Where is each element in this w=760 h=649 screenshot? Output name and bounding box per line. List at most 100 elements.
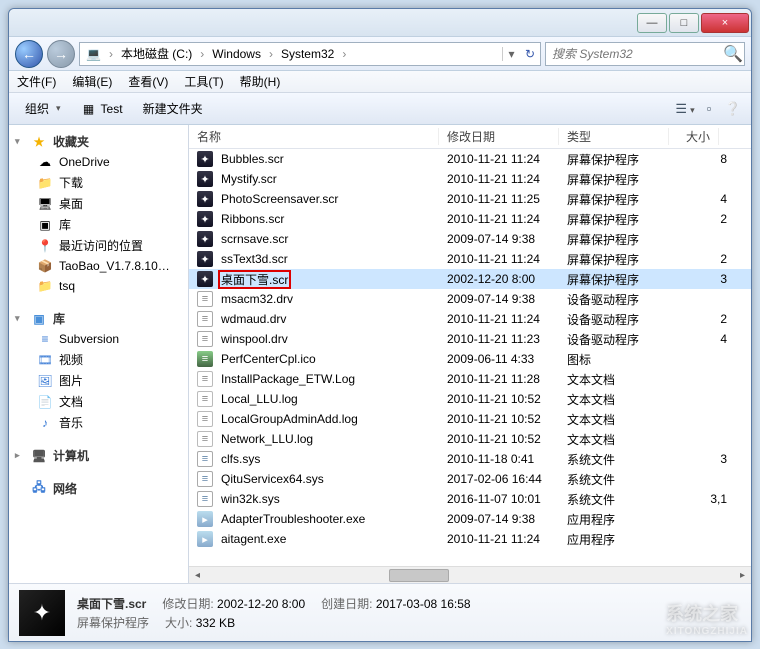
search-input[interactable] — [546, 47, 722, 61]
scroll-right-icon[interactable]: ▸ — [734, 567, 751, 584]
menu-edit[interactable]: 编辑(E) — [64, 73, 120, 90]
scroll-left-icon[interactable]: ◂ — [189, 567, 206, 584]
file-icon: ✦ — [197, 211, 213, 227]
sidebar-lib-item[interactable]: 📄文档 — [9, 391, 188, 412]
file-name: aitagent.exe — [219, 532, 288, 546]
bc-computer-icon[interactable]: 💻 — [80, 47, 107, 61]
main-area: ▾ ★ 收藏夹 ☁OneDrive📁下载🖥桌面▣库📍最近访问的位置📦TaoBao… — [9, 125, 751, 583]
new-folder-button[interactable]: 新建文件夹 — [133, 96, 213, 121]
search-box[interactable]: 🔍 — [545, 42, 745, 66]
search-icon[interactable]: 🔍 — [722, 44, 744, 64]
file-row[interactable]: ≡Local_LLU.log 2010-11-21 10:52 文本文档 — [189, 389, 751, 409]
scroll-thumb[interactable] — [389, 569, 449, 582]
sidebar-fav-item[interactable]: 📁下载 — [9, 172, 188, 193]
chevron-right-icon: › — [267, 47, 275, 61]
menu-view[interactable]: 查看(V) — [120, 73, 176, 90]
file-name: Mystify.scr — [219, 172, 279, 186]
col-type[interactable]: 类型 — [559, 128, 669, 145]
file-row[interactable]: ✦桌面下雪.scr 2002-12-20 8:00 屏幕保护程序 3 — [189, 269, 751, 289]
organize-button[interactable]: 组织 — [15, 96, 71, 121]
file-row[interactable]: ≡Network_LLU.log 2010-11-21 10:52 文本文档 — [189, 429, 751, 449]
file-row[interactable]: ≡clfs.sys 2010-11-18 0:41 系统文件 3 — [189, 449, 751, 469]
sidebar-item-label: TaoBao_V1.7.8.10… — [59, 259, 170, 273]
file-icon: ✦ — [197, 251, 213, 267]
menu-help[interactable]: 帮助(H) — [232, 73, 289, 90]
breadcrumb[interactable]: 💻 › 本地磁盘 (C:) › Windows › System32 › ▾ ↻ — [79, 42, 541, 66]
sidebar-item-label: 最近访问的位置 — [59, 237, 143, 254]
file-row[interactable]: ✦ssText3d.scr 2010-11-21 11:24 屏幕保护程序 2 — [189, 249, 751, 269]
bc-seg-windows[interactable]: Windows — [206, 47, 267, 61]
sidebar-lib-item[interactable]: 🎞视频 — [9, 349, 188, 370]
file-name: AdapterTroubleshooter.exe — [219, 512, 367, 526]
file-size: 8 — [677, 152, 727, 166]
star-icon: ★ — [31, 134, 47, 150]
refresh-icon[interactable]: ↻ — [520, 47, 540, 61]
sidebar-fav-item[interactable]: 📁tsq — [9, 276, 188, 296]
sidebar-fav-item[interactable]: ▣库 — [9, 214, 188, 235]
file-row[interactable]: ✦PhotoScreensaver.scr 2010-11-21 11:25 屏… — [189, 189, 751, 209]
file-type: 图标 — [567, 351, 677, 368]
preview-pane-button[interactable]: ▫ — [697, 101, 721, 116]
file-row[interactable]: ≡LocalGroupAdminAdd.log 2010-11-21 10:52… — [189, 409, 751, 429]
svn-icon: ≡ — [37, 331, 53, 347]
sidebar-lib-item[interactable]: 🖼图片 — [9, 370, 188, 391]
file-row[interactable]: ≡win32k.sys 2016-11-07 10:01 系统文件 3,1 — [189, 489, 751, 509]
file-row[interactable]: ≡PerfCenterCpl.ico 2009-06-11 4:33 图标 — [189, 349, 751, 369]
menu-tools[interactable]: 工具(T) — [176, 73, 231, 90]
horizontal-scrollbar[interactable]: ◂ ▸ — [189, 566, 751, 583]
test-button[interactable]: ▦ Test — [71, 97, 133, 121]
sidebar-item-label: 文档 — [59, 393, 83, 410]
file-row[interactable]: ≡winspool.drv 2010-11-21 11:23 设备驱动程序 4 — [189, 329, 751, 349]
file-row[interactable]: ≡msacm32.drv 2009-07-14 9:38 设备驱动程序 — [189, 289, 751, 309]
menu-file[interactable]: 文件(F) — [9, 73, 64, 90]
sidebar-fav-item[interactable]: 📍最近访问的位置 — [9, 235, 188, 256]
file-row[interactable]: ≡wdmaud.drv 2010-11-21 11:24 设备驱动程序 2 — [189, 309, 751, 329]
file-type: 文本文档 — [567, 371, 677, 388]
file-name: QituServicex64.sys — [219, 472, 326, 486]
file-name: Network_LLU.log — [219, 432, 315, 446]
file-row[interactable]: ✦Ribbons.scr 2010-11-21 11:24 屏幕保护程序 2 — [189, 209, 751, 229]
file-date: 2010-11-21 11:25 — [447, 192, 567, 206]
sidebar-fav-item[interactable]: ☁OneDrive — [9, 152, 188, 172]
sidebar-fav-item[interactable]: 📦TaoBao_V1.7.8.10… — [9, 256, 188, 276]
file-list[interactable]: ✦Bubbles.scr 2010-11-21 11:24 屏幕保护程序 8 ✦… — [189, 149, 751, 566]
minimize-button[interactable]: — — [637, 13, 667, 33]
close-button[interactable]: × — [701, 13, 749, 33]
forward-button[interactable]: → — [47, 40, 75, 68]
file-icon: ≡ — [197, 311, 213, 327]
back-button[interactable]: ← — [15, 40, 43, 68]
bc-seg-system32[interactable]: System32 — [275, 47, 340, 61]
menu-bar: 文件(F) 编辑(E) 查看(V) 工具(T) 帮助(H) — [9, 71, 751, 93]
file-row[interactable]: ✦scrnsave.scr 2009-07-14 9:38 屏幕保护程序 — [189, 229, 751, 249]
maximize-button[interactable]: □ — [669, 13, 699, 33]
file-row[interactable]: ▸aitagent.exe 2010-11-21 11:24 应用程序 — [189, 529, 751, 549]
file-icon: ≡ — [197, 451, 213, 467]
file-name: Bubbles.scr — [219, 152, 286, 166]
file-name: msacm32.drv — [219, 292, 295, 306]
col-size[interactable]: 大小 — [669, 128, 719, 145]
sidebar-lib-item[interactable]: ♪音乐 — [9, 412, 188, 433]
bc-seg-drive[interactable]: 本地磁盘 (C:) — [115, 45, 198, 62]
file-row[interactable]: ≡QituServicex64.sys 2017-02-06 16:44 系统文… — [189, 469, 751, 489]
sidebar-fav-item[interactable]: 🖥桌面 — [9, 193, 188, 214]
view-mode-button[interactable]: ☰ — [673, 101, 697, 117]
sidebar-lib-item[interactable]: ≡Subversion — [9, 329, 188, 349]
col-name[interactable]: 名称 — [189, 128, 439, 145]
file-icon: ▸ — [197, 531, 213, 547]
address-row: ← → 💻 › 本地磁盘 (C:) › Windows › System32 ›… — [9, 37, 751, 71]
file-type: 系统文件 — [567, 491, 677, 508]
file-row[interactable]: ✦Bubbles.scr 2010-11-21 11:24 屏幕保护程序 8 — [189, 149, 751, 169]
breadcrumb-dropdown[interactable]: ▾ — [502, 47, 520, 61]
file-row[interactable]: ▸AdapterTroubleshooter.exe 2009-07-14 9:… — [189, 509, 751, 529]
file-row[interactable]: ≡InstallPackage_ETW.Log 2010-11-21 11:28… — [189, 369, 751, 389]
file-row[interactable]: ✦Mystify.scr 2010-11-21 11:24 屏幕保护程序 — [189, 169, 751, 189]
folder-icon: 📁 — [37, 175, 53, 191]
sidebar: ▾ ★ 收藏夹 ☁OneDrive📁下载🖥桌面▣库📍最近访问的位置📦TaoBao… — [9, 125, 189, 583]
sidebar-network-header[interactable]: 🖧 网络 — [9, 478, 188, 499]
sidebar-favorites-header[interactable]: ▾ ★ 收藏夹 — [9, 131, 188, 152]
help-button[interactable]: ❔ — [721, 101, 745, 117]
sidebar-computer-header[interactable]: ▸ 🖥 计算机 — [9, 445, 188, 466]
file-name: scrnsave.scr — [219, 232, 290, 246]
sidebar-libraries-header[interactable]: ▾ ▣ 库 — [9, 308, 188, 329]
col-date[interactable]: 修改日期 — [439, 128, 559, 145]
